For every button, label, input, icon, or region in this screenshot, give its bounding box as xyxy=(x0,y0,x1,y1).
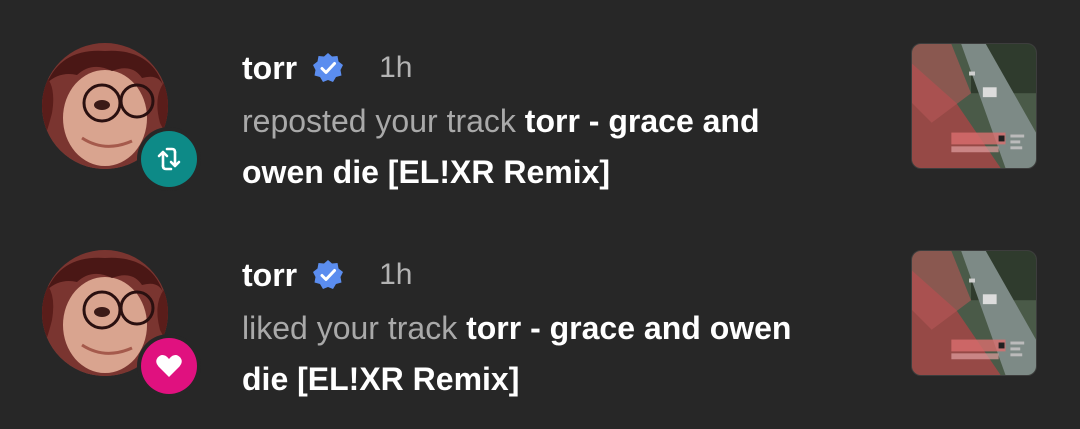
username-link[interactable]: torr xyxy=(242,46,297,90)
track-artwork[interactable] xyxy=(911,250,1037,376)
action-text: reposted your track xyxy=(242,103,516,139)
activity-badge xyxy=(137,334,201,398)
notification-header: torr 1h xyxy=(242,253,842,297)
like-badge xyxy=(141,338,197,394)
timestamp: 1h xyxy=(379,51,413,84)
notification-item-like[interactable]: torr 1h liked your track torr - grace an… xyxy=(0,227,1080,417)
notification-header: torr 1h xyxy=(242,46,842,90)
notification-content: torr 1h liked your track torr - grace an… xyxy=(242,253,842,405)
verified-icon xyxy=(311,51,345,85)
track-artwork[interactable] xyxy=(911,43,1037,169)
timestamp: 1h xyxy=(379,258,413,291)
notification-message: liked your track torr - grace and owen d… xyxy=(242,303,812,405)
verified-icon xyxy=(311,258,345,292)
heart-icon xyxy=(156,354,182,377)
notification-item-repost[interactable]: torr 1h reposted your track torr - grace… xyxy=(0,20,1080,210)
notification-content: torr 1h reposted your track torr - grace… xyxy=(242,46,842,198)
notification-message: reposted your track torr - grace and owe… xyxy=(242,96,812,198)
username-link[interactable]: torr xyxy=(242,253,297,297)
repost-icon xyxy=(157,147,181,171)
user-avatar-wrapper[interactable] xyxy=(42,43,201,191)
activity-badge xyxy=(137,127,201,191)
user-avatar-wrapper[interactable] xyxy=(42,250,201,398)
repost-badge xyxy=(141,131,197,187)
action-text: liked your track xyxy=(242,310,458,346)
